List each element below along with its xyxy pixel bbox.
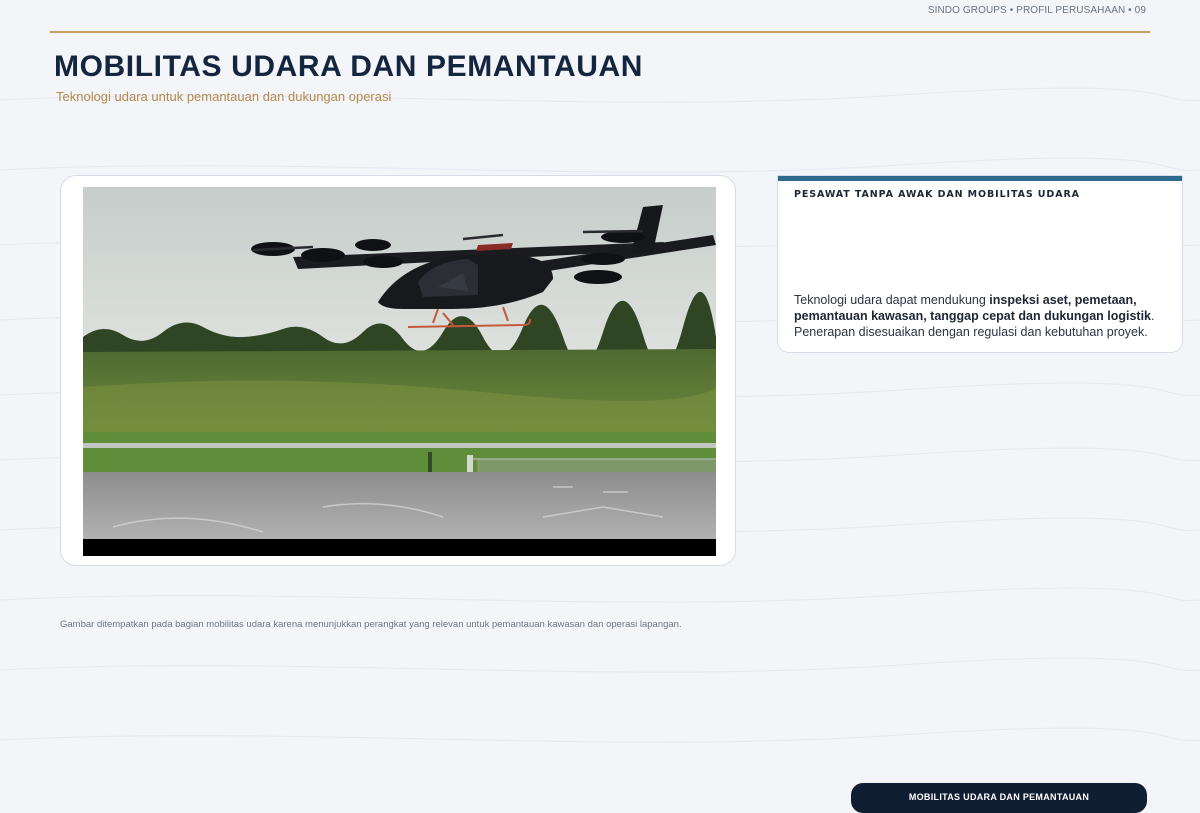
info-card-accent-bar — [778, 176, 1182, 181]
footer-section-label: MOBILITAS UDARA DAN PEMANTAUAN — [851, 783, 1147, 813]
page-title: MOBILITAS UDARA DAN PEMANTAUAN — [54, 50, 644, 83]
info-card-body: Teknologi udara dapat mendukung inspeksi… — [794, 292, 1166, 340]
header-divider — [50, 31, 1150, 33]
image-caption: Gambar ditempatkan pada bagian mobilitas… — [60, 619, 682, 630]
info-body-text-prefix: Teknologi udara dapat mendukung — [794, 293, 990, 307]
evtol-aircraft-photo — [83, 187, 716, 556]
page-subtitle: Teknologi udara untuk pemantauan dan duk… — [56, 89, 392, 104]
info-card: PESAWAT TANPA AWAK DAN MOBILITAS UDARA T… — [777, 175, 1183, 353]
running-header: SINDO GROUPS • PROFIL PERUSAHAAN • 09 — [927, 5, 1146, 16]
info-card-heading: PESAWAT TANPA AWAK DAN MOBILITAS UDARA — [794, 189, 1080, 200]
image-card — [60, 175, 736, 566]
